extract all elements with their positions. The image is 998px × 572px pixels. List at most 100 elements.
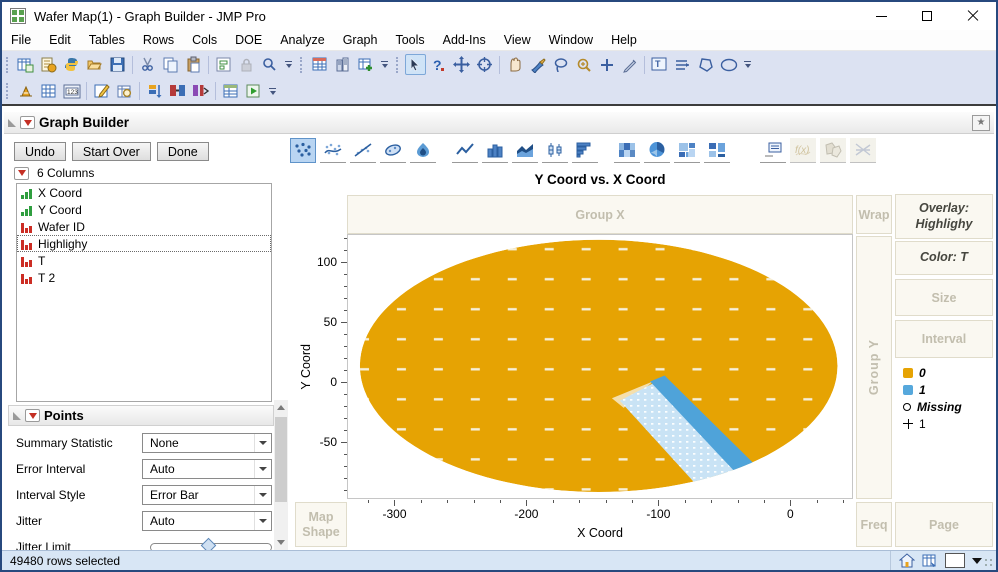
column-item[interactable]: T 2 xyxy=(17,269,271,286)
legend-item[interactable]: Missing xyxy=(903,398,962,415)
new-data-table-icon[interactable] xyxy=(15,54,36,75)
close-button[interactable] xyxy=(950,2,996,30)
red-triangle-menu[interactable] xyxy=(20,116,35,129)
palette-pie[interactable] xyxy=(644,137,670,163)
palette-points[interactable] xyxy=(290,137,316,163)
menu-help[interactable]: Help xyxy=(602,31,646,49)
scroll-up-icon[interactable] xyxy=(274,400,288,415)
column-item[interactable]: Wafer ID xyxy=(17,218,271,235)
annotate-tool-icon[interactable] xyxy=(619,54,640,75)
map-shape-zone[interactable]: Map Shape xyxy=(295,502,347,547)
palette-heatmap[interactable] xyxy=(614,137,640,163)
group-x-zone[interactable]: Group X xyxy=(347,195,853,234)
palette-treemap[interactable] xyxy=(674,137,700,163)
minimize-button[interactable] xyxy=(858,2,904,30)
plot-area[interactable] xyxy=(347,234,853,499)
panel-scrollbar[interactable] xyxy=(274,400,288,550)
copy-icon[interactable] xyxy=(160,54,181,75)
jitter-dropdown[interactable]: Auto xyxy=(142,511,272,531)
legend-item[interactable]: 1 xyxy=(903,381,962,398)
x-axis[interactable]: -300 -200 -100 0 xyxy=(347,500,853,526)
palette-box-plot[interactable] xyxy=(542,137,568,163)
undo-button[interactable]: Undo xyxy=(14,142,66,161)
palette-histogram[interactable] xyxy=(572,137,598,163)
done-button[interactable]: Done xyxy=(156,142,209,161)
wafer-map[interactable] xyxy=(348,235,852,498)
toolbar-overflow[interactable] xyxy=(267,83,278,99)
freq-zone[interactable]: Freq xyxy=(856,502,892,547)
palette-contour[interactable] xyxy=(410,137,436,163)
data-grid-icon[interactable] xyxy=(38,81,59,102)
wrap-zone[interactable]: Wrap xyxy=(856,195,892,234)
overlay-zone[interactable]: Overlay: Highlighy xyxy=(895,194,993,239)
move-tool-icon[interactable] xyxy=(451,54,472,75)
palette-mosaic[interactable] xyxy=(704,137,730,163)
numeric-view-icon[interactable]: 123 xyxy=(61,81,82,102)
note-edit-icon[interactable] xyxy=(91,81,112,102)
menu-rows[interactable]: Rows xyxy=(134,31,183,49)
summary-statistic-dropdown[interactable]: None xyxy=(142,433,272,453)
brush-tool-icon[interactable] xyxy=(527,54,548,75)
scroll-down-icon[interactable] xyxy=(274,535,288,550)
error-interval-dropdown[interactable]: Auto xyxy=(142,459,272,479)
interval-style-dropdown[interactable]: Error Bar xyxy=(142,485,272,505)
add-table-icon[interactable] xyxy=(355,54,376,75)
home-icon[interactable] xyxy=(899,553,915,568)
text-box-annotation-icon[interactable]: T xyxy=(649,54,670,75)
arrow-tool-icon[interactable] xyxy=(405,54,426,75)
cut-icon[interactable] xyxy=(137,54,158,75)
y-axis[interactable]: 100 50 0 -50 xyxy=(295,234,347,499)
hand-tool-icon[interactable] xyxy=(504,54,525,75)
palette-line-of-fit[interactable] xyxy=(350,137,376,163)
palette-smoother[interactable] xyxy=(320,137,346,163)
columns-red-triangle-menu[interactable] xyxy=(14,166,29,180)
save-icon[interactable] xyxy=(107,54,128,75)
collapse-triangle-icon[interactable] xyxy=(13,411,21,420)
toolbar-overflow[interactable] xyxy=(379,57,390,73)
summary-table-icon[interactable] xyxy=(220,81,241,102)
points-red-triangle-menu[interactable] xyxy=(25,409,40,422)
menu-addins[interactable]: Add-Ins xyxy=(434,31,495,49)
menu-graph[interactable]: Graph xyxy=(334,31,387,49)
legend-item[interactable]: 0 xyxy=(903,364,962,381)
interval-zone[interactable]: Interval xyxy=(895,320,993,358)
dropdown-arrow-icon[interactable] xyxy=(972,557,982,564)
menu-file[interactable]: File xyxy=(2,31,40,49)
data-table-icon[interactable] xyxy=(309,54,330,75)
help-tool-icon[interactable]: ? xyxy=(428,54,449,75)
size-zone[interactable]: Size xyxy=(895,279,993,316)
legend-item[interactable]: 1 xyxy=(903,415,962,432)
run-script-icon[interactable] xyxy=(243,81,264,102)
data-table-icon[interactable] xyxy=(922,553,938,568)
palette-line[interactable] xyxy=(452,137,478,163)
toolbar-grip[interactable] xyxy=(300,56,305,73)
toolbar-grip[interactable] xyxy=(6,83,11,99)
column-item[interactable]: Y Coord xyxy=(17,201,271,218)
menu-edit[interactable]: Edit xyxy=(40,31,80,49)
search-icon[interactable] xyxy=(259,54,280,75)
line-annotation-icon[interactable] xyxy=(672,54,693,75)
crosshair-tool-icon[interactable] xyxy=(596,54,617,75)
columns-viewer-icon[interactable] xyxy=(332,54,353,75)
scrollbar-thumb[interactable] xyxy=(275,417,287,502)
palette-ellipse[interactable] xyxy=(380,137,406,163)
palette-area[interactable] xyxy=(512,137,538,163)
column-item[interactable]: X Coord xyxy=(17,184,271,201)
collapse-triangle-icon[interactable] xyxy=(8,118,16,127)
distribution-icon[interactable] xyxy=(15,81,36,102)
toolbar-overflow[interactable] xyxy=(742,57,753,73)
menu-window[interactable]: Window xyxy=(540,31,602,49)
target-tool-icon[interactable] xyxy=(474,54,495,75)
resize-grip[interactable] xyxy=(984,558,994,568)
paste-icon[interactable] xyxy=(183,54,204,75)
bookmark-icon[interactable]: ★ xyxy=(972,114,990,131)
oval-annotation-icon[interactable] xyxy=(718,54,739,75)
open-icon[interactable] xyxy=(84,54,105,75)
join-tables-icon[interactable] xyxy=(167,81,188,102)
palette-bar[interactable] xyxy=(482,137,508,163)
color-zone[interactable]: Color: T xyxy=(895,241,993,275)
maximize-button[interactable] xyxy=(904,2,950,30)
color-swatch[interactable] xyxy=(945,553,965,568)
polygon-annotation-icon[interactable] xyxy=(695,54,716,75)
lasso-tool-icon[interactable] xyxy=(550,54,571,75)
